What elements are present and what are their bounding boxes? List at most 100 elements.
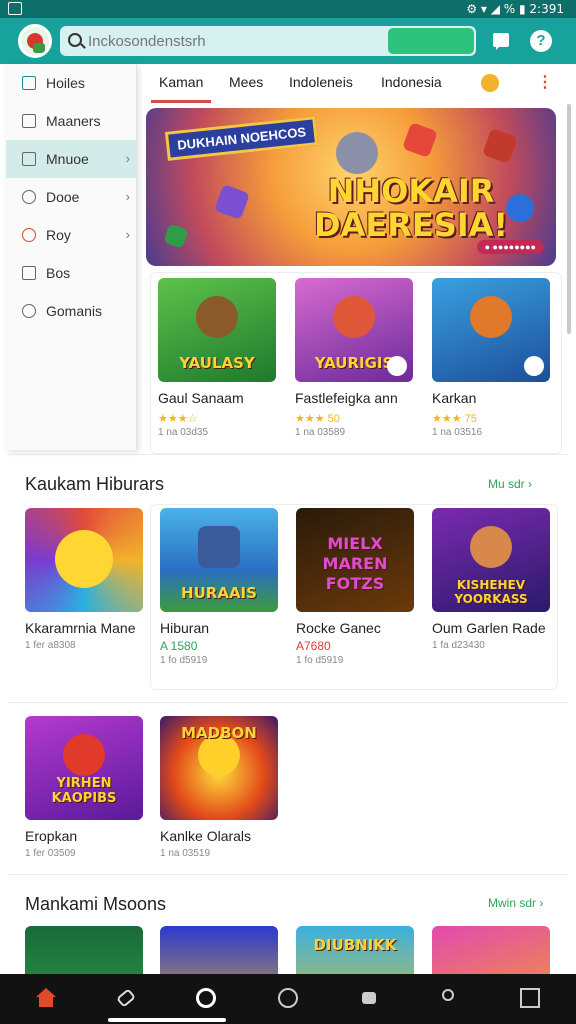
gem-decoration — [163, 223, 189, 249]
help-icon[interactable]: ? — [530, 30, 552, 52]
character-image — [470, 296, 512, 338]
chat-icon[interactable] — [493, 33, 509, 50]
game-card[interactable] — [432, 926, 552, 974]
game-rating: ★★★ 50 — [295, 413, 340, 425]
search-input[interactable] — [88, 30, 378, 52]
search-submit-button[interactable] — [388, 28, 474, 54]
game-card[interactable]: HURAAIS Hiburan A 1580 1 fo d5919 — [160, 508, 280, 666]
game-card[interactable]: YAULASY Gaul Sanaam ★★★☆ 1 na 03d35 — [158, 278, 278, 438]
sidebar-menu: Hoiles Maaners Mnuoe › Dooe › Roy › Bos … — [6, 64, 137, 450]
record-icon[interactable] — [196, 988, 216, 1008]
thumbnail-title: KISHEHEV YOORKASS — [454, 578, 528, 606]
game-card[interactable]: Karkan ★★★ 75 1 na 03516 — [432, 278, 552, 438]
app-logo[interactable] — [18, 24, 52, 58]
status-indicators: ⚙ ▾ ◢ % ▮ 2:391 — [466, 2, 564, 16]
game-thumbnail — [432, 926, 550, 974]
gem-decoration — [214, 184, 250, 220]
more-vertical-icon[interactable]: ⋮ — [537, 72, 553, 92]
game-price: A 1580 — [160, 639, 198, 653]
divider — [8, 702, 568, 703]
gem-decoration — [482, 128, 518, 164]
sidebar-item-bos[interactable]: Bos — [6, 254, 136, 292]
gem-decoration — [402, 122, 438, 158]
thumbnail-title: YAULASY — [179, 354, 255, 372]
heart-icon — [22, 228, 36, 242]
circle-icon — [22, 304, 36, 318]
badge-icon — [387, 356, 407, 376]
game-name: Rocke Ganec — [296, 620, 381, 636]
sidebar-item-dooe[interactable]: Dooe › — [6, 178, 136, 216]
game-name: Oum Garlen Rade — [432, 620, 546, 636]
home-icon[interactable] — [36, 988, 56, 1008]
divider — [8, 454, 568, 455]
tab-indonesia[interactable]: Indonesia — [381, 74, 442, 90]
game-name: Kkaramrnia Mane — [25, 620, 136, 636]
hero-banner[interactable]: DUKHAIN NOEHCOS NHOKAIR DAERESIA! ● ●●●●… — [146, 108, 556, 266]
game-card[interactable]: KISHEHEV YOORKASS Oum Garlen Rade 1 fa d… — [432, 508, 552, 651]
tag-icon[interactable] — [116, 988, 136, 1008]
game-name: Kanlke Olarals — [160, 828, 252, 844]
sidebar-item-roy[interactable]: Roy › — [6, 216, 136, 254]
circle-icon[interactable] — [278, 988, 298, 1008]
grid-icon[interactable] — [520, 988, 540, 1008]
game-thumbnail — [25, 926, 143, 974]
status-bar: ⚙ ▾ ◢ % ▮ 2:391 — [0, 0, 576, 18]
game-card[interactable] — [25, 926, 145, 974]
game-rating: ★★★☆ — [158, 413, 198, 425]
chevron-right-icon: › — [125, 151, 130, 166]
game-meta: 1 na 03516 — [432, 427, 483, 438]
banner-pager: ● ●●●●●●●● — [476, 240, 544, 254]
game-name: Fastlefeigka ann — [295, 390, 398, 406]
game-thumbnail — [160, 926, 278, 974]
banner-title: NHOKAIR DAERESIA! — [314, 172, 508, 244]
tab-kaman[interactable]: Kaman — [159, 74, 203, 90]
chevron-right-icon: › — [125, 227, 130, 242]
sidebar-item-gomanis[interactable]: Gomanis — [6, 292, 136, 330]
category-tabs: Kaman Mees Indoleneis Indonesia ⋮ — [145, 68, 570, 103]
thumbnail-title: HURAAIS — [181, 584, 257, 602]
sidebar-item-active[interactable]: Mnuoe › — [6, 140, 136, 178]
sidebar-item-managers[interactable]: Maaners — [6, 102, 136, 140]
game-card[interactable] — [160, 926, 280, 974]
game-meta: 1 na 03589 — [295, 427, 346, 438]
game-card[interactable]: YIRHEN KAOPIBS Eropkan 1 fer 03509 — [25, 716, 145, 859]
list-icon — [22, 114, 36, 128]
game-card[interactable]: Kkaramrnia Mane 1 fer a8308 — [25, 508, 145, 651]
sidebar-item-label: Mnuoe — [46, 151, 89, 167]
game-name: Karkan — [432, 390, 477, 406]
game-card[interactable]: DIUBNIKK — [296, 926, 416, 974]
game-thumbnail: YAURIGIS — [295, 278, 413, 382]
sidebar-item-label: Gomanis — [46, 303, 103, 319]
thumbnail-title: MIELX MAREN FOTZS — [322, 534, 388, 593]
home-indicator[interactable] — [108, 1018, 226, 1022]
game-meta: 1 na 03d35 — [158, 427, 209, 438]
sidebar-item-label: Dooe — [46, 189, 80, 205]
flag-icon — [22, 152, 36, 166]
game-name: Hiburan — [160, 620, 210, 636]
section-title: Kaukam Hiburars — [25, 474, 165, 494]
thumbnail-title: DIUBNIKK — [313, 936, 397, 954]
search-bar — [60, 26, 476, 56]
tab-indoleneis[interactable]: Indoleneis — [289, 74, 353, 90]
sidebar-item-label: Bos — [46, 265, 71, 281]
puzzle-icon[interactable] — [360, 988, 380, 1008]
section-title: Mankami Msoons — [25, 894, 167, 914]
game-card[interactable]: MADBON Kanlke Olarals 1 na 03519 — [160, 716, 280, 859]
game-meta: 1 fer 03509 — [25, 848, 76, 859]
see-all-link[interactable]: Mu sdr › — [488, 477, 532, 491]
game-thumbnail: KISHEHEV YOORKASS — [432, 508, 550, 612]
trophy-icon[interactable] — [481, 74, 499, 92]
game-thumbnail: MADBON — [160, 716, 278, 820]
game-name: Eropkan — [25, 828, 78, 844]
game-card[interactable]: MIELX MAREN FOTZS Rocke Ganec A7680 1 fo… — [296, 508, 416, 666]
game-card[interactable]: YAURIGIS Fastlefeigka ann ★★★ 50 1 na 03… — [295, 278, 415, 438]
tab-mees[interactable]: Mees — [229, 74, 263, 90]
see-all-link[interactable]: Mwin sdr › — [488, 896, 543, 910]
sidebar-item-home[interactable]: Hoiles — [6, 64, 136, 102]
sidebar-item-label: Maaners — [46, 113, 101, 129]
search-icon — [68, 33, 82, 47]
sidebar-item-label: Roy — [46, 227, 71, 243]
location-pin-icon[interactable] — [442, 989, 454, 1001]
game-thumbnail: HURAAIS — [160, 508, 278, 612]
character-image — [63, 734, 105, 776]
